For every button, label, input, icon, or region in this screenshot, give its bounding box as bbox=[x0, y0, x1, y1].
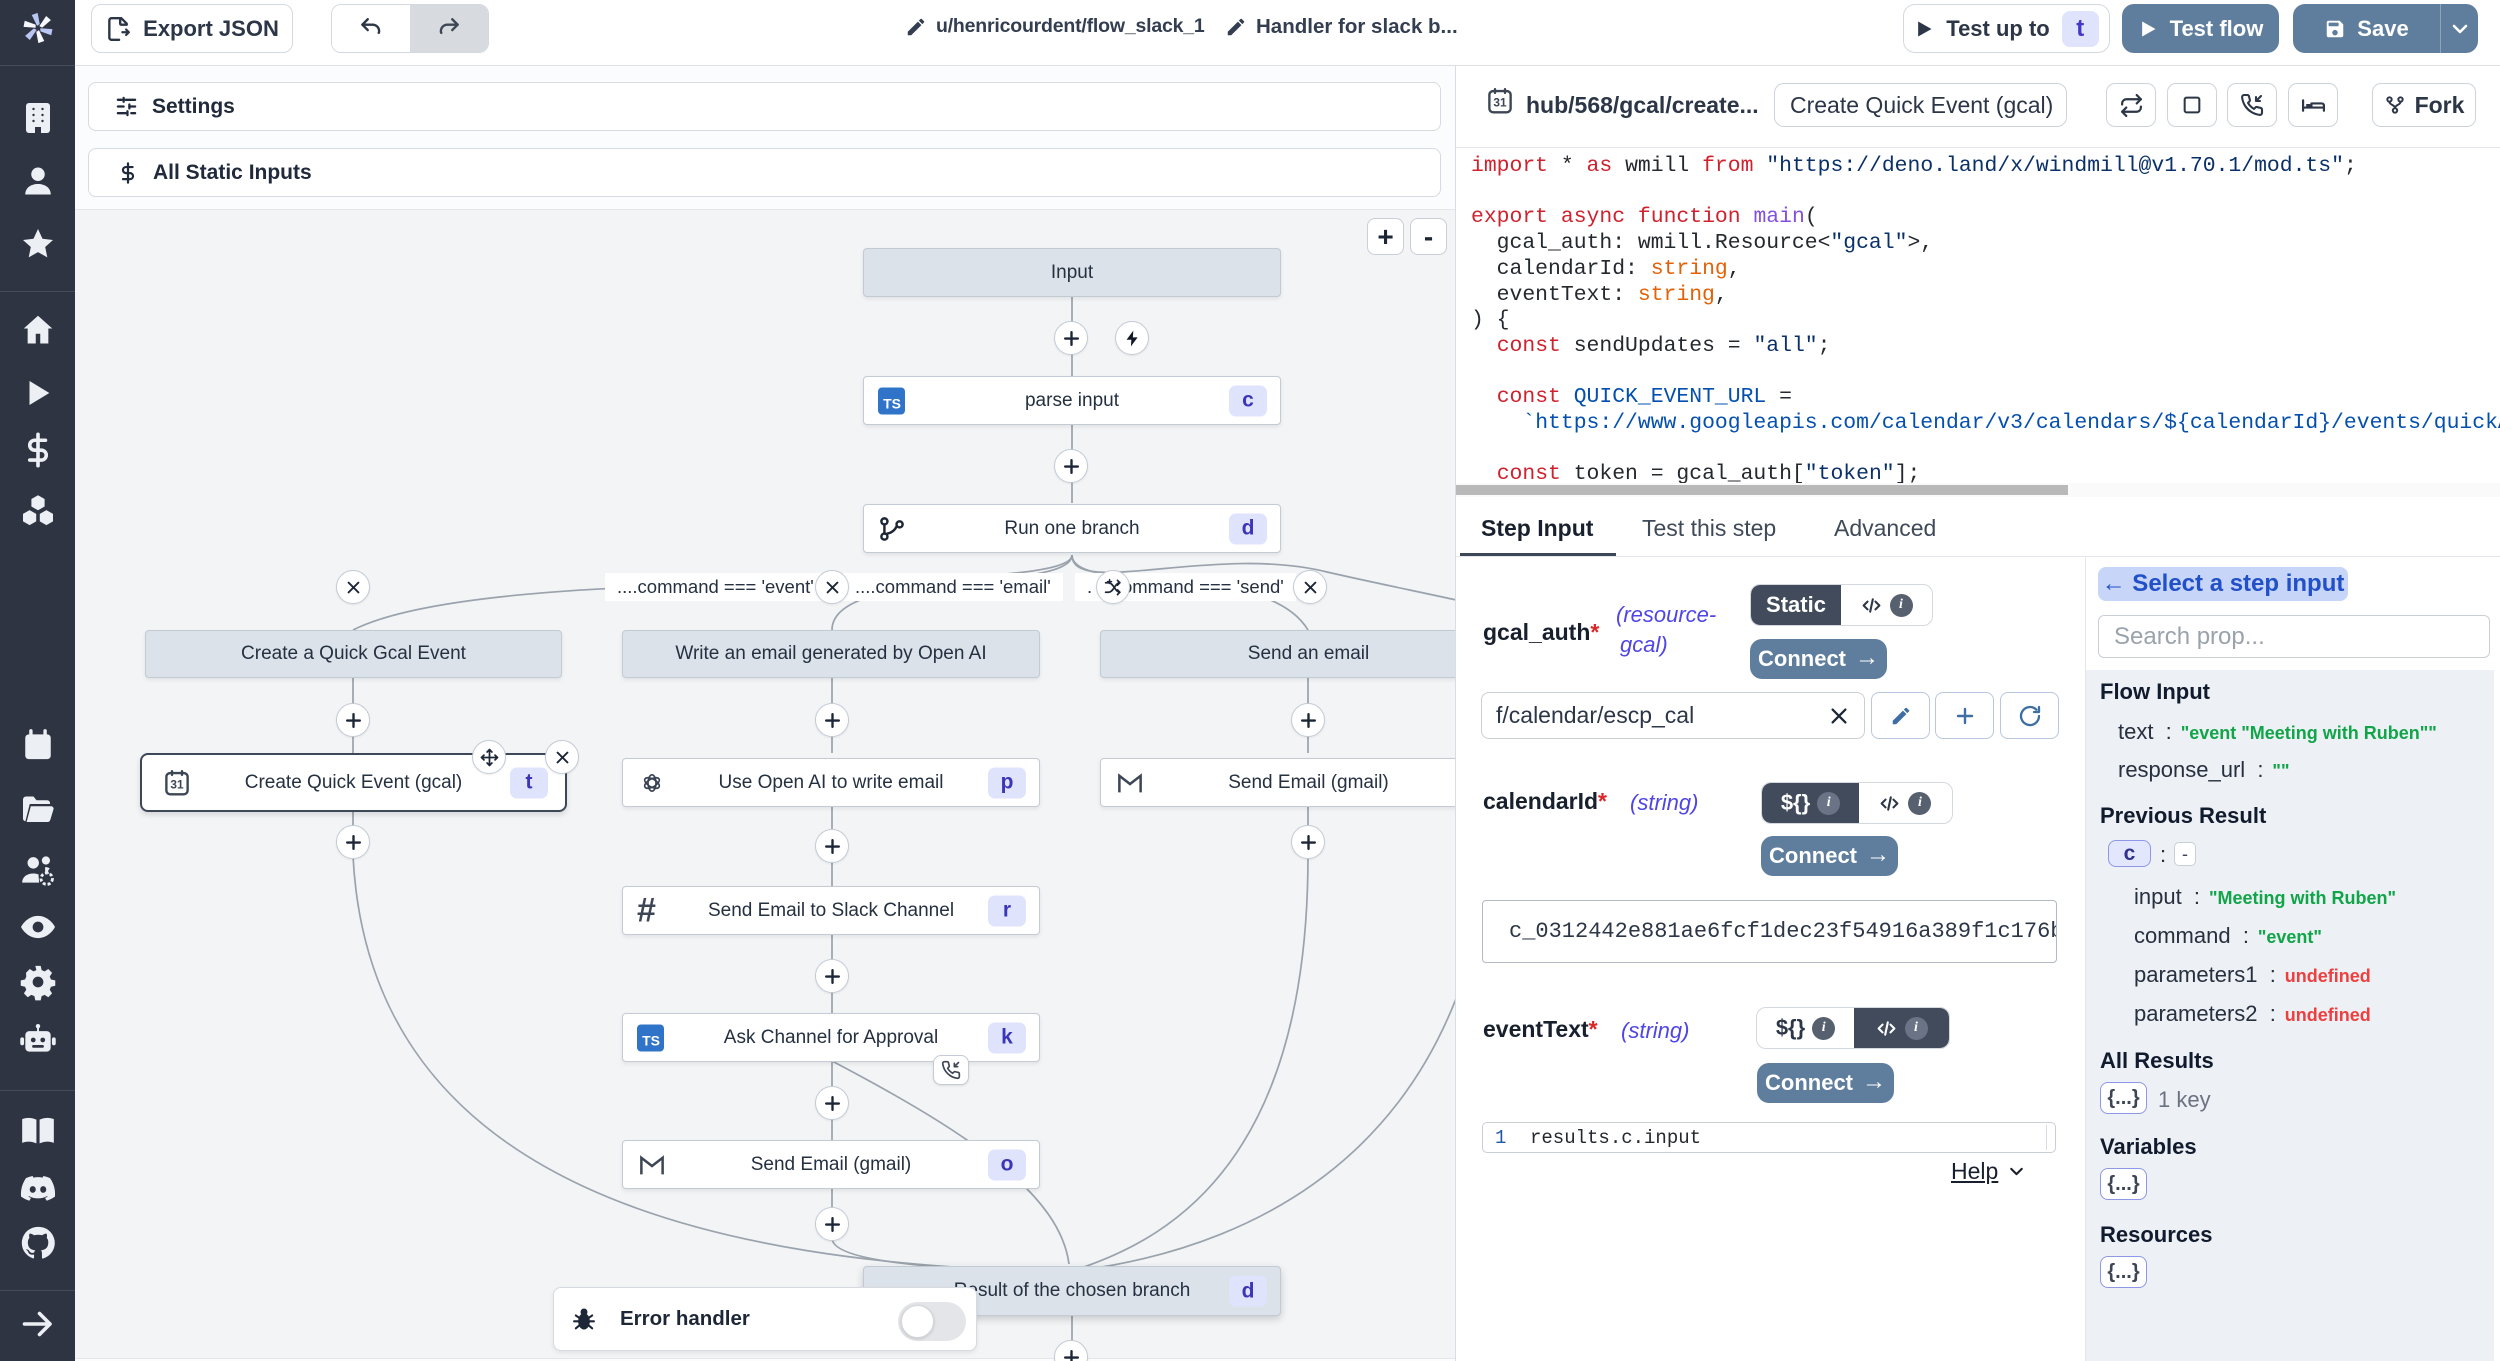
svg-text:31: 31 bbox=[1493, 96, 1507, 110]
